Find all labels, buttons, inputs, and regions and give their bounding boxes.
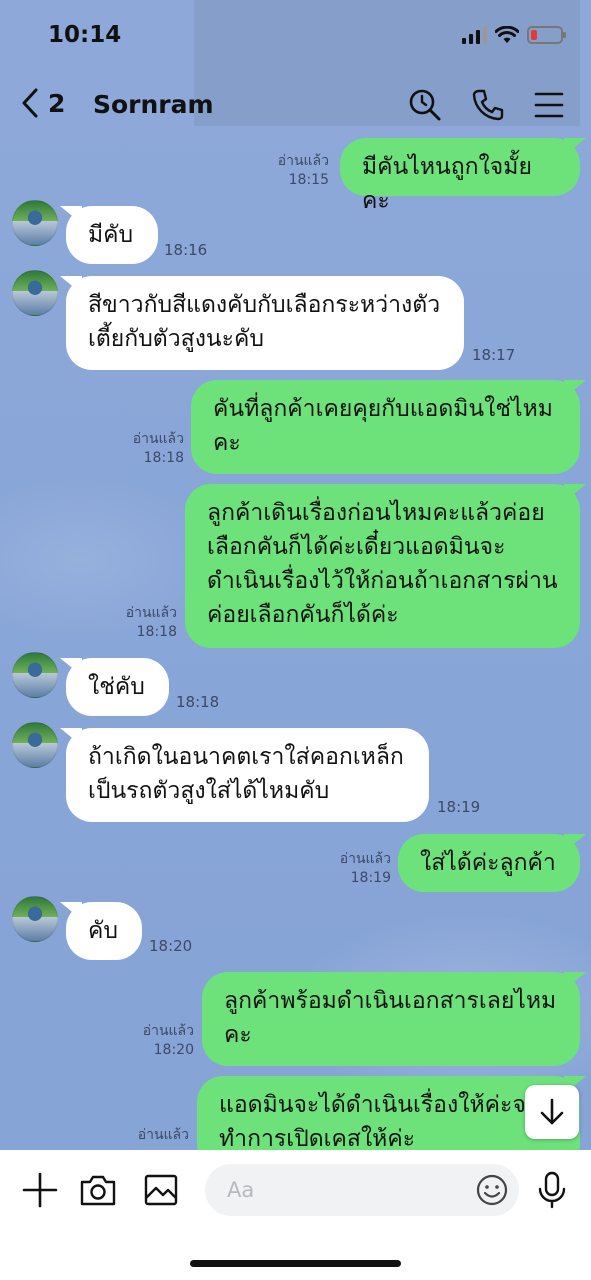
message-meta: อ่านแล้ว 18:20 [143,1022,194,1060]
scroll-to-bottom-button[interactable] [525,1085,579,1139]
contact-avatar[interactable] [12,896,58,942]
message-time: 18:19 [437,798,481,816]
wifi-icon [495,26,519,43]
read-receipt: อ่านแล้ว [132,431,184,447]
chevron-left-icon [22,88,38,118]
camera-icon[interactable] [78,1170,118,1210]
message-time: 18:18 [176,693,220,711]
read-receipt: อ่านแล้ว [142,1023,194,1039]
status-icons [462,26,566,44]
back-button[interactable]: 2 [20,88,65,118]
outgoing-message[interactable]: มีคันไหนถูกใจมั้ยคะ [340,138,580,214]
arrow-down-icon [540,1098,564,1125]
image-icon[interactable] [141,1170,181,1210]
home-indicator [190,1260,401,1267]
message-time: 18:15 [288,172,329,188]
incoming-message[interactable]: สีขาวกับสีแดงคับกับเลือกระหว่างตัว เตี้ย… [66,276,464,370]
message-time: 18:20 [153,1042,194,1058]
read-receipt: อ่านแล้ว [277,153,329,169]
incoming-message[interactable]: ใช่คับ [66,658,169,716]
message-time: 18:20 [149,937,193,955]
message-list[interactable]: อ่านแล้ว 18:15 มีคันไหนถูกใจมั้ยคะ มีคับ… [0,130,591,1150]
message-time: 18:18 [136,624,177,640]
incoming-message[interactable]: มีคับ [66,206,158,264]
message-time: 18:19 [350,870,391,886]
message-input-bar [0,1150,591,1280]
search-icon[interactable] [408,88,442,122]
contact-avatar[interactable] [12,652,58,698]
chat-header: 2 Sornram [0,80,591,130]
outgoing-message[interactable]: แอดมินจะได้ดำเนินเรื่องให้ค่ะจะ ทำการเปิ… [197,1076,580,1150]
plus-icon[interactable] [20,1170,60,1210]
phone-icon[interactable] [471,88,505,122]
outgoing-message[interactable]: ลูกค้าพร้อมดำเนินเอกสารเลยไหม คะ [202,972,580,1066]
battery-icon [527,26,566,44]
outgoing-message[interactable]: ใส่ได้ค่ะลูกค้า [398,834,580,892]
unread-count: 2 [48,88,66,118]
message-input-field[interactable] [205,1164,519,1216]
message-meta: อ่านแล้ว 18:19 [340,850,391,888]
contact-avatar[interactable] [12,270,58,316]
message-meta: อ่านแล้ว 18:18 [133,430,184,468]
status-time: 10:14 [48,22,122,48]
message-meta: อ่านแล้ว 18:15 [278,152,329,190]
read-receipt: อ่านแล้ว [137,1127,189,1143]
contact-name[interactable]: Sornram [93,90,214,119]
contact-avatar[interactable] [12,722,58,768]
outgoing-message[interactable]: ลูกค้าเดินเรื่องก่อนไหมคะแล้วค่อย เลือกค… [185,484,580,648]
message-meta: อ่านแล้ว [138,1126,189,1145]
incoming-message[interactable]: คับ [66,902,142,960]
signal-icon [462,26,487,44]
microphone-icon[interactable] [532,1170,572,1210]
contact-avatar[interactable] [12,200,58,246]
message-input[interactable] [227,1178,467,1202]
menu-icon[interactable] [532,88,566,122]
message-meta: อ่านแล้ว 18:18 [126,604,177,642]
incoming-message[interactable]: ถ้าเกิดในอนาคตเราใส่คอกเหล็ก เป็นรถตัวสู… [66,728,429,822]
message-time: 18:16 [164,241,208,259]
message-time: 18:17 [472,346,516,364]
read-receipt: อ่านแล้ว [339,851,391,867]
message-time: 18:18 [143,450,184,466]
emoji-icon[interactable] [475,1173,509,1207]
outgoing-message[interactable]: คันที่ลูกค้าเคยคุยกับแอดมินใช่ไหม คะ [191,380,580,474]
read-receipt: อ่านแล้ว [125,605,177,621]
